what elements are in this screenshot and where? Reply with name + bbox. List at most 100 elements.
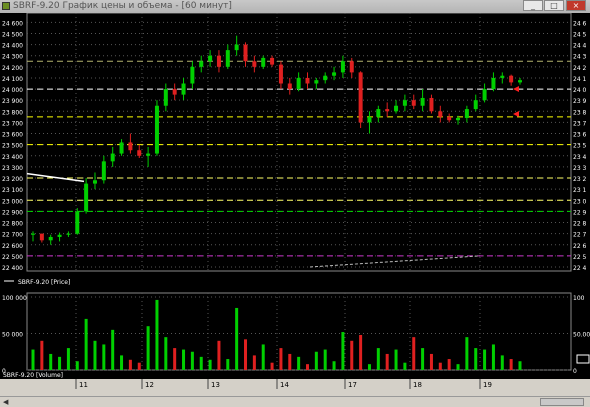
volume-bar	[314, 351, 318, 370]
price-y-tick-label-right: 23 2	[573, 176, 587, 183]
volume-bar	[182, 349, 186, 370]
volume-bar	[199, 356, 203, 370]
x-axis-label: 11	[79, 381, 88, 389]
candle-body	[296, 77, 301, 90]
candle-body	[31, 233, 35, 235]
candle-body	[181, 83, 186, 95]
price-y-tick-label: 23 000	[2, 198, 23, 205]
price-y-tick-label-right: 22 6	[573, 243, 587, 250]
volume-bar	[217, 340, 221, 370]
x-axis-strip	[0, 379, 590, 396]
price-y-tick-label-right: 23 9	[573, 98, 587, 105]
horizontal-scrollbar[interactable]: ◀	[0, 396, 590, 407]
price-panel-border	[26, 13, 572, 272]
candle-body	[332, 72, 337, 76]
price-y-tick-label-right: 24 2	[573, 65, 587, 72]
volume-bar	[394, 349, 398, 370]
volume-bar	[208, 359, 212, 370]
price-y-tick-label-right: 24 0	[573, 87, 587, 94]
volume-bar	[465, 337, 469, 370]
price-y-tick-label-right: 22 4	[573, 265, 587, 272]
candle-body	[128, 142, 133, 151]
volume-bar	[305, 364, 309, 370]
volume-bar	[421, 348, 425, 370]
volume-bar	[350, 340, 354, 370]
x-axis-label: 12	[145, 381, 154, 389]
minimize-button[interactable]: _	[523, 0, 543, 11]
volume-bar	[376, 348, 380, 370]
volume-bar	[40, 340, 44, 370]
price-y-tick-label: 24 100	[2, 76, 23, 83]
candle-body	[225, 50, 230, 67]
volume-bar	[146, 326, 150, 370]
volume-bar	[270, 362, 274, 370]
volume-bar	[491, 344, 495, 370]
trend-line-dashed	[309, 255, 481, 268]
volume-bar	[244, 339, 248, 370]
volume-bar	[164, 337, 168, 370]
candle-body	[216, 55, 221, 67]
candle-body	[154, 105, 159, 154]
panel-resize-box	[576, 354, 590, 364]
candle-body	[509, 75, 514, 83]
price-y-tick-label: 24 600	[2, 20, 23, 27]
price-y-tick-label: 23 800	[2, 109, 23, 116]
candle-body	[491, 77, 496, 90]
volume-bar	[474, 348, 478, 370]
candle-body	[473, 100, 478, 110]
candle-body	[84, 183, 89, 212]
candle-body	[438, 111, 443, 117]
candle-body	[349, 61, 354, 73]
trend-line	[26, 172, 85, 183]
candle-body	[146, 153, 151, 156]
candle-body	[243, 44, 248, 62]
candle-body	[394, 105, 399, 112]
volume-bar	[288, 353, 292, 370]
candle-body	[278, 64, 283, 84]
volume-bar	[509, 359, 513, 370]
candle-body	[500, 75, 505, 78]
price-y-tick-label: 22 500	[2, 254, 23, 261]
volume-bar	[483, 349, 487, 370]
candle-body	[305, 77, 310, 84]
price-y-tick-label: 24 000	[2, 87, 23, 94]
volume-bar	[128, 359, 132, 370]
price-y-tick-label-right: 24 5	[573, 31, 587, 38]
chart-area[interactable]: 24 600 24 6 24 500 24 5 24 400 24 4 24 300 24 3…	[0, 13, 590, 396]
volume-bar	[500, 355, 504, 370]
price-y-tick-label-right: 23 0	[573, 198, 587, 205]
price-y-tick-label: 22 900	[2, 209, 23, 216]
candle-body	[376, 109, 381, 117]
candle-body	[172, 89, 177, 95]
price-volume-chart[interactable]: 24 600 24 624 500 24 524 400 24 424 300 24 3…	[0, 13, 590, 396]
volume-bar	[75, 361, 79, 370]
volume-bar	[252, 355, 256, 370]
volume-bar	[173, 348, 177, 370]
price-y-tick-label: 22 600	[2, 243, 23, 250]
scroll-thumb[interactable]	[540, 398, 584, 406]
price-y-tick-label: 23 500	[2, 143, 23, 150]
price-y-tick-label: 24 200	[2, 65, 23, 72]
price-y-tick-label-right: 23 6	[573, 132, 587, 139]
price-y-tick-label-right: 22 8	[573, 221, 587, 228]
volume-y-tick-label: 50 000	[2, 332, 23, 339]
volume-bar	[102, 344, 106, 370]
price-y-tick-label-right: 24 6	[573, 20, 587, 27]
scroll-left-icon[interactable]: ◀	[3, 397, 8, 407]
volume-y-tick-label-right: 100	[573, 295, 585, 302]
volume-bar	[332, 361, 336, 370]
candle-body	[287, 83, 292, 90]
price-legend: SBRF-9.20 [Price]	[18, 279, 70, 286]
candle-body	[447, 116, 452, 121]
candle-body	[518, 80, 522, 83]
volume-bar	[49, 353, 53, 370]
volume-y-tick-label: 100 000	[2, 295, 27, 302]
title-bar: SBRF-9.20 График цены и объема - [60 мин…	[0, 0, 590, 13]
volume-bar	[93, 340, 97, 370]
price-y-tick-label-right: 24 1	[573, 76, 587, 83]
candle-body	[323, 75, 328, 81]
maximize-button[interactable]: □	[544, 0, 564, 11]
candle-body	[75, 211, 80, 234]
volume-bar	[438, 362, 442, 370]
close-button[interactable]: ×	[566, 0, 586, 11]
